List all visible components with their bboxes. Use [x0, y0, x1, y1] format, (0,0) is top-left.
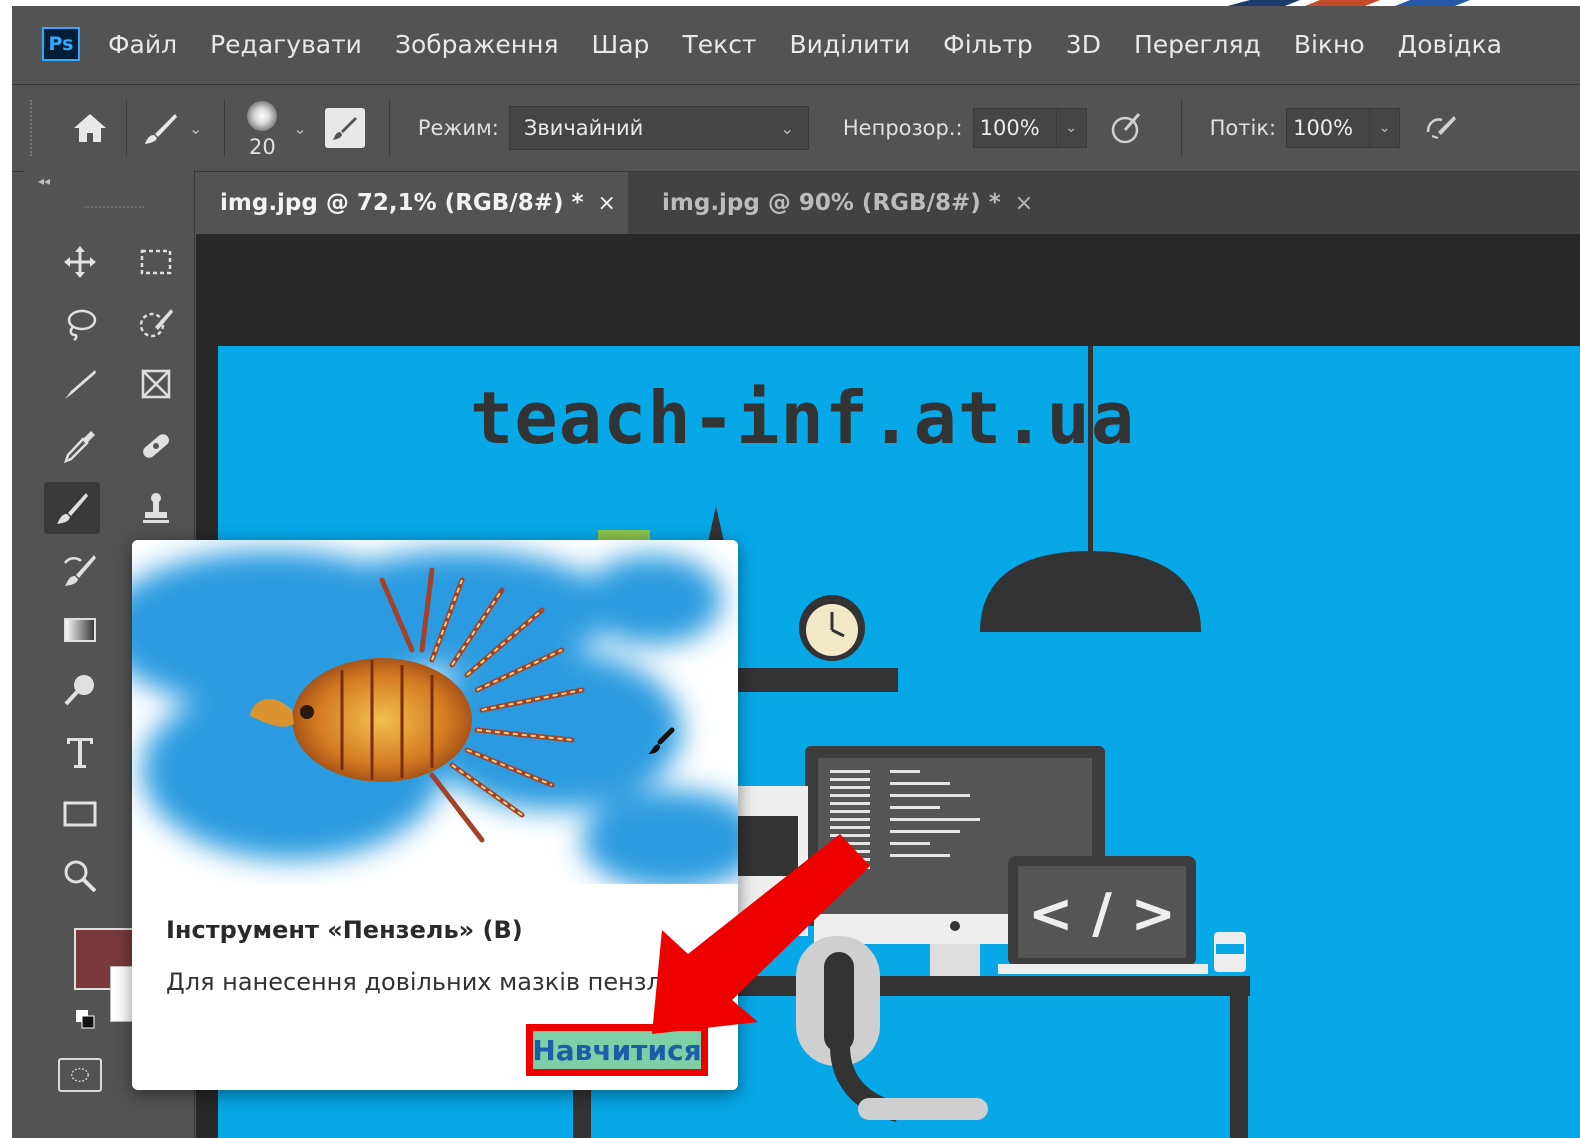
pressure-opacity-icon[interactable] [1107, 108, 1147, 148]
menu-window[interactable]: Вікно [1294, 30, 1365, 59]
menu-type[interactable]: Текст [682, 30, 756, 59]
tab-label: img.jpg @ 72,1% (RGB/8#) * [220, 190, 584, 216]
quick-mask-icon[interactable] [58, 1058, 102, 1092]
flow-dropdown[interactable]: ⌄ [1370, 108, 1401, 148]
opacity-label: Непрозор.: [842, 116, 963, 140]
type-tool-icon[interactable] [52, 726, 108, 778]
document-tabs: img.jpg @ 72,1% (RGB/8#) * × img.jpg @ 9… [196, 172, 1580, 234]
home-icon[interactable] [68, 106, 112, 150]
separator [126, 100, 127, 156]
brush-tool-icon[interactable] [44, 482, 100, 534]
brush-preset-picker[interactable]: 20 [239, 93, 285, 163]
frame-tool-icon[interactable] [128, 358, 184, 410]
soft-brush-tip-icon [247, 101, 278, 131]
tooltip-title: Інструмент «Пензель» (B) [166, 916, 523, 944]
tab-img-90[interactable]: img.jpg @ 90% (RGB/8#) * × [638, 172, 1038, 234]
close-icon[interactable]: × [598, 191, 616, 216]
menu-image[interactable]: Зображення [395, 30, 559, 59]
move-tool-icon[interactable] [52, 236, 108, 288]
tab-label: img.jpg @ 90% (RGB/8#) * [662, 190, 1001, 216]
zoom-tool-icon[interactable] [52, 850, 108, 902]
flow-input[interactable]: 100% [1286, 108, 1371, 148]
default-colors-icon[interactable] [74, 1008, 96, 1030]
menu-filter[interactable]: Фільтр [943, 30, 1033, 59]
brush-size-value: 20 [249, 135, 276, 159]
menu-edit[interactable]: Редагувати [210, 30, 362, 59]
tab-img-72[interactable]: img.jpg @ 72,1% (RGB/8#) * × [196, 172, 628, 234]
options-bar-grip[interactable] [30, 100, 38, 156]
healing-brush-tool-icon[interactable] [128, 420, 184, 472]
marquee-tool-icon[interactable] [128, 236, 184, 288]
eyedropper-tool-icon[interactable] [52, 420, 108, 472]
brush-settings-panel-toggle[interactable] [324, 108, 365, 148]
separator [1180, 100, 1182, 156]
lasso-tool-icon[interactable] [52, 298, 108, 350]
options-bar: ⌄ 20 ⌄ Режим: Звичайний ⌄ Непрозор.: 100… [12, 84, 1580, 172]
quick-selection-tool-icon[interactable] [128, 298, 184, 350]
menu-bar: Ps Файл Редагувати Зображення Шар Текст … [12, 6, 1580, 82]
mode-label: Режим: [417, 116, 499, 140]
code-symbol: < / > [1028, 882, 1176, 945]
rectangle-tool-icon[interactable] [52, 788, 108, 840]
clone-stamp-tool-icon[interactable] [128, 482, 184, 534]
collapse-panel-icon[interactable]: ◂◂ [38, 174, 50, 188]
close-icon[interactable]: × [1015, 191, 1033, 216]
red-pointer-arrow-icon [652, 834, 870, 1034]
opacity-dropdown[interactable]: ⌄ [1056, 108, 1087, 148]
menu-layer[interactable]: Шар [592, 30, 650, 59]
tooltip-description: Для нанесення довільних мазків пензля [166, 968, 677, 996]
history-brush-tool-icon[interactable] [52, 544, 108, 596]
brush-tool-preset-icon[interactable]: ⌄ [141, 108, 210, 148]
chevron-down-icon[interactable]: ⌄ [293, 119, 306, 138]
panel-grip[interactable] [84, 206, 144, 212]
gradient-tool-icon[interactable] [52, 604, 108, 656]
photoshop-logo[interactable]: Ps [42, 27, 80, 61]
separator [388, 100, 390, 156]
opacity-input[interactable]: 100% [972, 108, 1057, 148]
flow-label: Потік: [1209, 116, 1277, 140]
airbrush-icon[interactable] [1420, 108, 1460, 148]
photoshop-window: Ps Файл Редагувати Зображення Шар Текст … [12, 6, 1580, 1138]
menu-view[interactable]: Перегляд [1134, 30, 1261, 59]
chevron-down-icon[interactable]: ⌄ [189, 119, 202, 138]
menu-file[interactable]: Файл [108, 30, 177, 59]
crop-tool-icon[interactable] [52, 358, 108, 410]
blend-mode-value: Звичайний [523, 116, 644, 140]
dodge-tool-icon[interactable] [52, 664, 108, 716]
chevron-down-icon: ⌄ [780, 118, 794, 138]
separator [224, 100, 226, 156]
blend-mode-select[interactable]: Звичайний ⌄ [508, 106, 809, 150]
menu-select[interactable]: Виділити [790, 30, 911, 59]
menu-help[interactable]: Довідка [1398, 30, 1502, 59]
menu-3d[interactable]: 3D [1066, 30, 1101, 59]
